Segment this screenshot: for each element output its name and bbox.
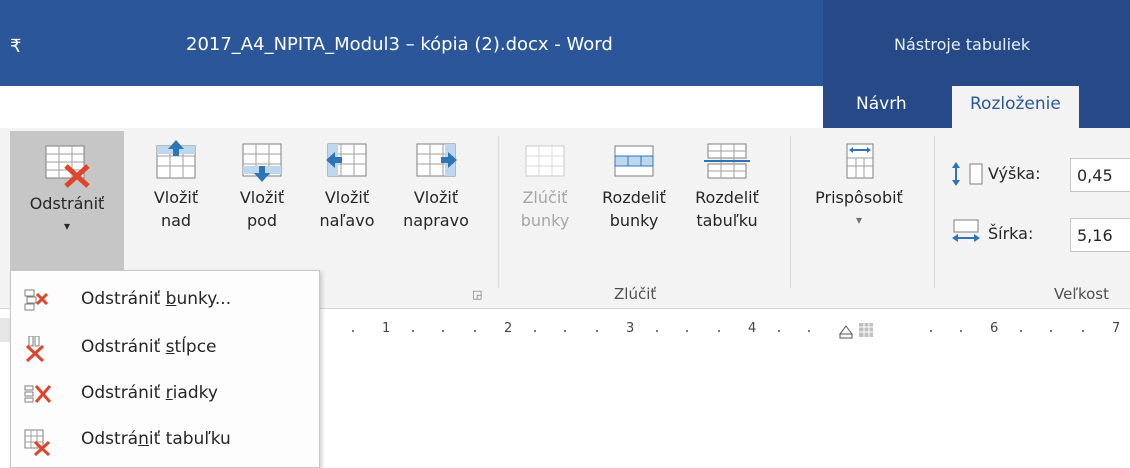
tab-review[interactable]: Revízia: [582, 92, 642, 128]
delete-table-icon: [24, 429, 51, 456]
ruler-mark: 7: [1112, 321, 1121, 336]
ruler-tick: [596, 330, 598, 332]
ruler-mark: 4: [748, 321, 757, 336]
autofit-icon: [846, 143, 874, 179]
group-separator: [498, 136, 499, 288]
ruler-tick: [778, 330, 780, 332]
split-table-label-1: Rozdeliť: [695, 188, 759, 207]
ruler-tick: [442, 330, 444, 332]
ruler-tick: [534, 330, 536, 332]
split-table-icon: [704, 143, 750, 179]
ruler-tick: [960, 330, 962, 332]
tab-mailings[interactable]: Korešpondencia: [352, 92, 487, 128]
row-height-icon: [952, 162, 983, 186]
autofit-button[interactable]: Prispôsobiť ▾: [800, 140, 918, 232]
ruler-tick: [1082, 330, 1084, 332]
insert-below-button[interactable]: Vložiť pod: [232, 140, 292, 232]
group-separator: [934, 136, 935, 288]
ruler-tick: [656, 330, 658, 332]
merge-cells-label-2: bunky: [520, 211, 570, 230]
menu-item-label: Odstrániť stĺpce: [81, 337, 217, 357]
delete-button-label: Odstrániť: [29, 194, 105, 213]
group-separator: [790, 136, 791, 288]
row-height-input[interactable]: 0,45: [1070, 158, 1130, 192]
delete-button-caret: ▾: [63, 219, 71, 233]
insert-left-icon: [326, 143, 367, 177]
ruler-mark: 1: [382, 321, 391, 336]
merge-cells-label-1: Zlúčiť: [522, 188, 568, 207]
ruler-tick: [930, 330, 932, 332]
quick-access-menu-icon[interactable]: ₹: [10, 36, 21, 57]
ruler-tick: [686, 330, 688, 332]
delete-rows-icon: [24, 385, 52, 403]
tab-view[interactable]: Zobraziť: [706, 92, 777, 128]
ruler-mark: 3: [626, 321, 635, 336]
menu-item-delete-table[interactable]: Odstrániť tabuľku: [11, 417, 319, 463]
insert-above-label-2: nad: [160, 211, 192, 230]
insert-right-label-1: Vložiť: [413, 188, 459, 207]
ruler-tick: [564, 330, 566, 332]
insert-right-label-2: napravo: [403, 211, 469, 230]
split-table-label-2: tabuľku: [696, 211, 758, 230]
split-cells-button[interactable]: Rozdeliť bunky: [592, 140, 676, 232]
ruler-tick: [1020, 330, 1022, 332]
delete-table-icon: [45, 145, 90, 188]
menu-item-delete-columns[interactable]: Odstrániť stĺpce: [11, 325, 319, 371]
tab-table-design[interactable]: Návrh: [856, 92, 907, 128]
ruler-column-marker-icon[interactable]: [858, 322, 874, 338]
ruler-tick: [474, 330, 476, 332]
size-group-label: Veľkost: [1054, 285, 1109, 303]
tab-layout-page[interactable]: Rozloženie: [0, 92, 91, 128]
ruler-tick: [1050, 330, 1052, 332]
menu-item-delete-cells[interactable]: Odstrániť bunky...: [11, 277, 319, 323]
menu-item-delete-rows[interactable]: Odstrániť riadky: [11, 371, 319, 417]
insert-left-label-2: naľavo: [319, 211, 375, 230]
insert-right-button[interactable]: Vložiť napravo: [396, 140, 476, 232]
split-cells-label-2: bunky: [609, 211, 659, 230]
insert-above-label-1: Vložiť: [153, 188, 199, 207]
ruler-mark: 6: [990, 321, 999, 336]
delete-dropdown-menu: Odstrániť bunky... Odstrániť stĺpce Odst…: [10, 270, 320, 468]
document-title: 2017_A4_NPITA_Modul3 – kópia (2).docx - …: [186, 34, 613, 55]
delete-cells-icon: [24, 289, 49, 311]
ruler-tick: [718, 330, 720, 332]
width-label: Šírka:: [988, 224, 1034, 243]
ruler-tick: [808, 330, 810, 332]
insert-left-label-1: Vložiť: [324, 188, 370, 207]
insert-below-label-2: pod: [246, 211, 278, 230]
tab-table-layout[interactable]: Rozloženie: [952, 86, 1079, 128]
delete-columns-icon: [25, 336, 45, 362]
delete-button[interactable]: Odstrániť ▾: [10, 131, 124, 270]
split-table-button[interactable]: Rozdeliť tabuľku: [682, 140, 772, 232]
insert-below-icon: [242, 143, 282, 182]
tab-references[interactable]: Referencie: [186, 92, 276, 128]
split-cells-label-1: Rozdeliť: [602, 188, 666, 207]
insert-above-button[interactable]: Vložiť nad: [146, 140, 206, 232]
menu-item-label: Odstrániť tabuľku: [81, 429, 231, 449]
column-width-input[interactable]: 5,16: [1070, 218, 1130, 252]
rows-columns-dialog-launcher-icon[interactable]: ◲: [472, 288, 482, 301]
ruler-indent-marker-icon[interactable]: [838, 322, 854, 340]
merge-cells-button[interactable]: Zlúčiť bunky: [514, 140, 576, 232]
merge-group-label: Zlúčiť: [614, 285, 657, 303]
ruler-tick: [352, 330, 354, 332]
column-width-icon: [952, 219, 980, 242]
merge-cells-icon: [525, 145, 565, 177]
menu-item-label: Odstrániť riadky: [81, 383, 218, 403]
insert-right-icon: [416, 143, 457, 177]
insert-below-label-1: Vložiť: [239, 188, 285, 207]
ruler-tick: [412, 330, 414, 332]
insert-left-button[interactable]: Vložiť naľavo: [312, 140, 382, 232]
insert-above-icon: [156, 140, 196, 179]
autofit-caret: ▾: [855, 213, 863, 227]
split-cells-icon: [614, 145, 654, 177]
ruler-mark: 2: [504, 321, 513, 336]
height-label: Výška:: [988, 164, 1041, 183]
menu-item-label: Odstrániť bunky...: [81, 289, 232, 309]
table-tools-label: Nástroje tabuliek: [894, 35, 1031, 54]
autofit-label: Prispôsobiť: [815, 188, 903, 207]
